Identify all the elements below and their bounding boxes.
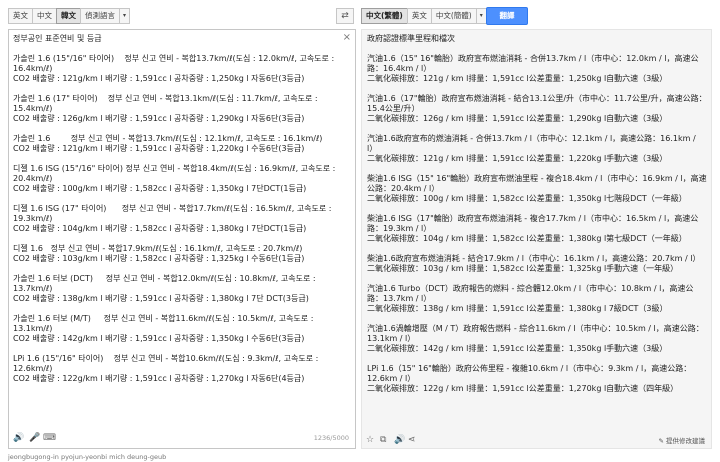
- suggest-edit-link[interactable]: ✎ 提供修改建議: [658, 435, 705, 445]
- top-toolbar: 英文 中文 韓文 偵測語言 ▾ ⇄ 中文(繁體) 英文 中文(簡體) ▾ 翻譯: [0, 0, 720, 30]
- source-lang-korean[interactable]: 韓文: [56, 8, 81, 24]
- translation-result: 政府認證標準里程和檔次 汽油1.6（15" 16"輪胎）政府宣布燃油消耗 - 合…: [367, 34, 707, 393]
- copy-icon[interactable]: ⧉: [380, 435, 386, 445]
- microphone-icon[interactable]: 🎤: [29, 433, 40, 443]
- target-lang-chinese-simplified[interactable]: 中文(簡體): [430, 8, 477, 24]
- target-language-bar: 中文(繁體) 英文 中文(簡體) ▾: [361, 8, 487, 24]
- source-lang-english[interactable]: 英文: [8, 8, 33, 24]
- translate-button[interactable]: 翻譯: [486, 7, 528, 25]
- source-lang-chinese[interactable]: 中文: [32, 8, 57, 24]
- clear-icon[interactable]: ×: [343, 32, 351, 43]
- source-language-bar: 英文 中文 韓文 偵測語言 ▾: [8, 8, 131, 24]
- source-lang-dropdown-icon[interactable]: ▾: [119, 8, 131, 24]
- target-lang-chinese-traditional[interactable]: 中文(繁體): [361, 8, 408, 24]
- source-text-panel[interactable]: 정부공인 표준연비 및 등급 가솔린 1.6 (15"/16" 타이어) 정부 …: [8, 29, 356, 449]
- keyboard-icon[interactable]: ⌨: [43, 433, 56, 443]
- speaker-icon[interactable]: 🔊: [13, 433, 24, 443]
- character-count: 1236/5000: [313, 434, 349, 442]
- star-icon[interactable]: ☆: [366, 435, 374, 445]
- translation-toolbar: ☆ ⧉ 🔊 ⋖ ✎ 提供修改建議: [362, 432, 711, 448]
- speaker-icon[interactable]: 🔊: [394, 435, 405, 445]
- source-textarea[interactable]: 정부공인 표준연비 및 등급 가솔린 1.6 (15"/16" 타이어) 정부 …: [13, 34, 338, 384]
- translation-panel: 政府認證標準里程和檔次 汽油1.6（15" 16"輪胎）政府宣布燃油消耗 - 合…: [361, 29, 712, 449]
- romanization-text: jeongbugong-in pyojun-yeonbi mich deung-…: [8, 453, 167, 461]
- share-icon[interactable]: ⋖: [408, 435, 416, 445]
- source-lang-detect[interactable]: 偵測語言: [80, 8, 120, 24]
- target-lang-english[interactable]: 英文: [406, 8, 432, 24]
- swap-languages-icon[interactable]: ⇄: [336, 8, 354, 24]
- source-toolbar: 🔊 🎤 ⌨ 1236/5000: [9, 428, 355, 448]
